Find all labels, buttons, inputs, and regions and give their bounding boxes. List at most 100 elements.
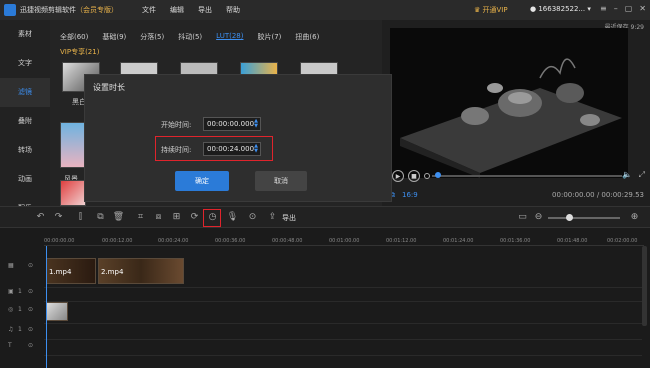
ruler-tick: 00:00:12.00 [102,238,133,244]
rotate-icon[interactable]: ⟳ [188,211,201,224]
timeline-scrollbar[interactable] [642,246,647,326]
delete-icon[interactable]: 🗑 [112,211,125,224]
spin-icon[interactable]: ▲ ▼ [254,144,258,154]
fullscreen-icon[interactable]: ⤢ [639,170,645,180]
ruler-tick: 00:01:48.00 [557,238,588,244]
video-clip[interactable]: 1.mp4 [46,258,96,284]
lock-icon[interactable]: ⊙ [28,262,33,269]
filter-track [44,302,642,324]
record-icon[interactable] [424,173,430,179]
tab-all[interactable]: 全部(60) [60,32,88,42]
track-number: 1 [18,326,22,333]
menu-help[interactable]: 帮助 [226,5,240,15]
tab-split[interactable]: 分落(5) [140,32,164,42]
music-note-icon: ♫ [8,326,14,333]
menu-file[interactable]: 文件 [142,5,156,15]
open-vip-button[interactable]: ♛ 开通VIP [474,5,508,15]
zoom-out-icon[interactable]: ⊖ [532,211,545,224]
undo-icon[interactable]: ↶ [34,211,47,224]
export-icon[interactable]: ⇪ [266,211,279,224]
freeze-icon[interactable]: ⧈ [152,211,165,224]
snapshot-icon[interactable]: ⊙ [246,211,259,224]
menu-edit[interactable]: 编辑 [170,5,184,15]
filter-clip[interactable] [46,302,68,321]
menu-icon[interactable]: ≡ [600,4,607,13]
aspect-ratio[interactable]: 16:9 [402,191,418,199]
seek-bar[interactable] [432,175,622,177]
lock-icon[interactable]: ⊙ [28,306,33,313]
nav-transitions[interactable]: 转场 [0,136,50,165]
ruler-tick: 00:00:00.00 [44,238,75,244]
maximize-icon[interactable]: ▢ [625,4,633,13]
confirm-button[interactable]: 确定 [175,171,229,191]
copy-icon[interactable]: ⧉ [94,211,107,224]
app-title: 迅捷视频剪辑软件（会员专版） [20,6,118,14]
nav-materials[interactable]: 素材 [0,20,50,49]
lock-icon[interactable]: ⊙ [28,326,33,333]
track-number: 1 [18,288,22,295]
zoom-slider[interactable] [548,217,620,219]
volume-icon[interactable]: 🔈 [622,170,632,179]
video-preview [390,28,628,178]
speed-icon[interactable]: ⊞ [170,211,183,224]
nav-animation[interactable]: 动画 [0,165,50,194]
zoom-in-icon[interactable]: ⊕ [628,211,641,224]
duration-clock-icon[interactable]: ◷ [206,211,219,224]
ruler-tick: 00:00:48.00 [272,238,303,244]
tab-lut[interactable]: LUT(28) [216,32,243,42]
filter-thumb-landscape[interactable] [60,122,86,168]
video-clip[interactable]: 2.mp4 [98,258,184,284]
tab-distort[interactable]: 扭曲(6) [295,32,319,42]
edit-toolbar: ↶ ↷ ⫿ ⧉ 🗑 ⌗ ⧈ ⊞ ⟳ ◷ 🎙 ⊙ ⇪ 导出 ▭ ⊖ ⊕ [0,206,650,228]
export-button-label[interactable]: 导出 [282,213,296,223]
cancel-button[interactable]: 取消 [255,171,307,191]
app-logo [4,4,16,16]
ruler-tick: 00:01:24.00 [443,238,474,244]
split-icon[interactable]: ⫿ [74,211,87,224]
filter-thumb[interactable] [60,180,86,206]
ruler-tick: 00:01:12.00 [386,238,417,244]
video-track-header: ▦ ⊙ [0,262,44,282]
ruler-tick: 00:02:00.00 [607,238,638,244]
playhead[interactable] [46,246,47,368]
nav-text[interactable]: 文字 [0,49,50,78]
window-controls: ≡ – ▢ ✕ [600,4,646,13]
start-time-field[interactable]: 00:00:00.000 ▲ ▼ [203,117,261,131]
dialog-title: 设置时长 [93,83,125,92]
nav-filters[interactable]: 滤镜 [0,78,50,107]
pip-track-header: ▣ 1 ⊙ [0,288,44,308]
pip-track [44,288,642,302]
tab-basic[interactable]: 基础(9) [102,32,126,42]
audio-track [44,324,642,340]
user-account[interactable]: ● 166382522... ▾ [530,5,591,13]
duration-field[interactable]: 00:00:24.000 ▲ ▼ [203,142,261,156]
preview-time: 00:00:00.00 / 00:00:29.53 [552,191,644,199]
redo-icon[interactable]: ↷ [52,211,65,224]
title-bar: 迅捷视频剪辑软件（会员专版） 文件 编辑 导出 帮助 ♛ 开通VIP ● 166… [0,0,650,20]
side-nav: 素材 文字 滤镜 叠附 转场 动画 配乐 [0,20,50,212]
nav-overlay[interactable]: 叠附 [0,107,50,136]
microphone-icon[interactable]: 🎙 [226,211,239,224]
fit-icon[interactable]: ▭ [516,211,529,224]
stop-icon[interactable]: ■ [408,170,420,182]
seek-handle[interactable] [435,172,441,178]
minimize-icon[interactable]: – [614,4,618,13]
crop-icon[interactable]: ⌗ [134,211,147,224]
filter-track-icon: ◎ [8,306,14,313]
preview-panel: 最近保存 9:29 ▶ ■ 🔈 ⤢ ⧉ 16:9 00:00:00.00 / 0… [382,20,650,206]
zoom-handle[interactable] [566,214,573,221]
lock-icon[interactable]: ⊙ [28,288,33,295]
pip-track-icon: ▣ [8,288,14,295]
close-icon[interactable]: ✕ [639,4,646,13]
tab-film[interactable]: 胶片(7) [257,32,281,42]
vip-section-label: VIP专享(21) [60,48,100,56]
time-ruler: 00:00:00.00 00:00:12.00 00:00:24.00 00:0… [44,228,644,246]
lock-icon[interactable]: ⊙ [28,342,33,349]
tab-shake[interactable]: 抖动(5) [178,32,202,42]
play-icon[interactable]: ▶ [392,170,404,182]
menu-export[interactable]: 导出 [198,5,212,15]
track-number: 1 [18,306,22,313]
spin-icon[interactable]: ▲ ▼ [254,119,258,129]
text-track [44,340,642,356]
duration-label: 持续时间: [161,146,192,154]
